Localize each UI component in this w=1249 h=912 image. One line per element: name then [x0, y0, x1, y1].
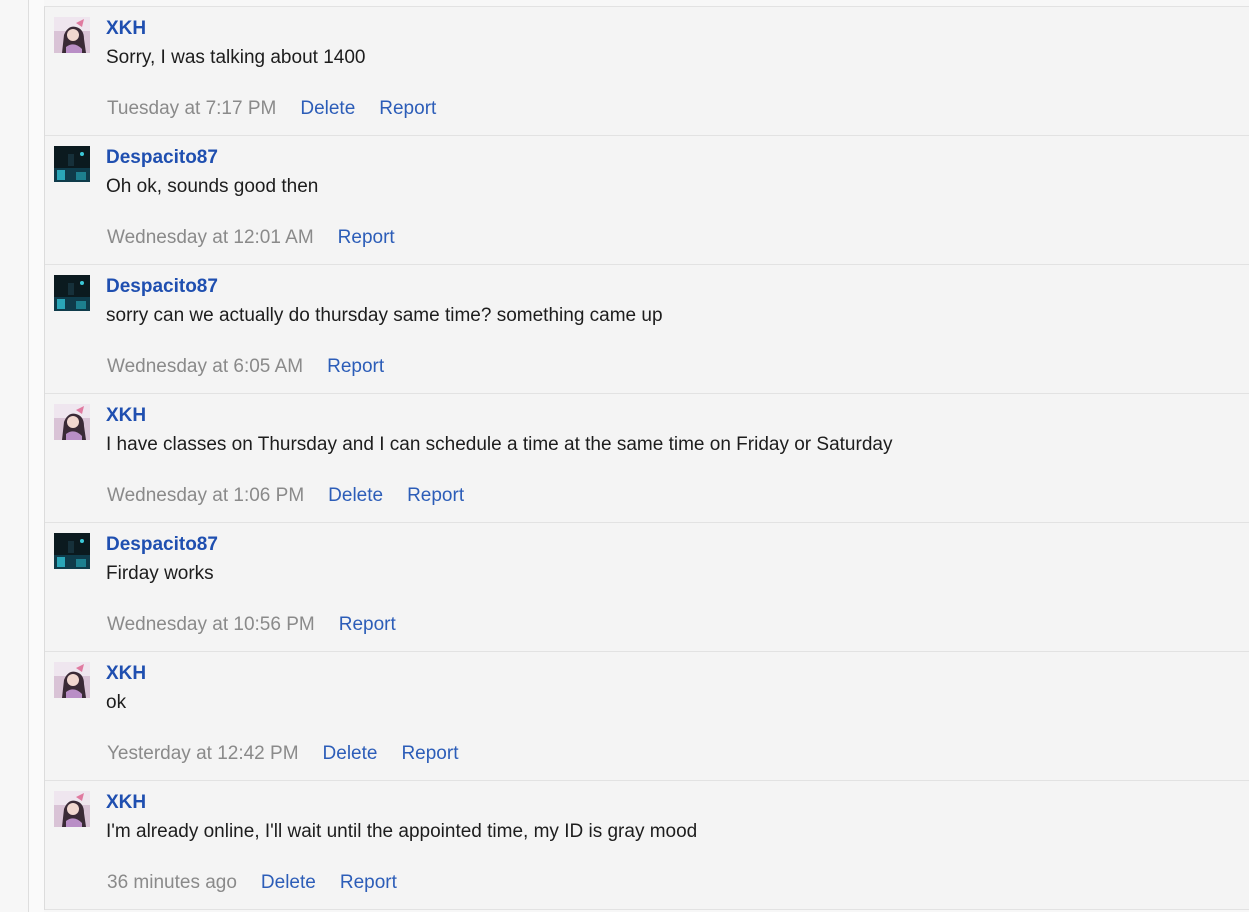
- report-link[interactable]: Report: [379, 98, 436, 120]
- timestamp: Yesterday at 12:42 PM: [107, 743, 299, 764]
- dark-scene-avatar-icon[interactable]: [54, 275, 90, 311]
- message-item: XKH I'm already online, I'll wait until …: [45, 781, 1249, 910]
- anime-girl-avatar-icon[interactable]: [54, 404, 90, 440]
- username[interactable]: XKH: [106, 663, 146, 685]
- report-link[interactable]: Report: [338, 227, 395, 249]
- gutter: [29, 0, 44, 912]
- message-thread: XKH Sorry, I was talking about 1400 Tues…: [44, 6, 1249, 910]
- username[interactable]: XKH: [106, 405, 146, 427]
- message-text: I'm already online, I'll wait until the …: [106, 821, 698, 842]
- delete-link[interactable]: Delete: [261, 872, 316, 894]
- anime-girl-avatar-icon[interactable]: [54, 17, 90, 53]
- report-link[interactable]: Report: [339, 614, 396, 636]
- dark-scene-avatar-icon[interactable]: [54, 533, 90, 569]
- conversation-page: XKH Sorry, I was talking about 1400 Tues…: [0, 0, 1249, 912]
- timestamp: Wednesday at 6:05 AM: [107, 356, 304, 377]
- dark-scene-avatar-icon[interactable]: [54, 146, 90, 182]
- report-link[interactable]: Report: [407, 485, 464, 507]
- anime-girl-avatar-icon[interactable]: [54, 791, 90, 827]
- timestamp: 36 minutes ago: [107, 872, 237, 893]
- timestamp: Wednesday at 1:06 PM: [107, 485, 305, 506]
- message-item: XKH Sorry, I was talking about 1400 Tues…: [45, 7, 1249, 136]
- message-text: sorry can we actually do thursday same t…: [106, 305, 663, 326]
- username[interactable]: Despacito87: [106, 276, 218, 298]
- username[interactable]: Despacito87: [106, 147, 218, 169]
- report-link[interactable]: Report: [340, 872, 397, 894]
- message-item: Despacito87 sorry can we actually do thu…: [45, 265, 1249, 394]
- message-text: I have classes on Thursday and I can sch…: [106, 434, 893, 455]
- username[interactable]: XKH: [106, 792, 146, 814]
- delete-link[interactable]: Delete: [328, 485, 383, 507]
- delete-link[interactable]: Delete: [300, 98, 355, 120]
- message-footer: Tuesday at 7:17 PM Delete Report: [107, 97, 460, 121]
- timestamp: Tuesday at 7:17 PM: [107, 98, 277, 119]
- username[interactable]: Despacito87: [106, 534, 218, 556]
- message-item: Despacito87 Oh ok, sounds good then Wedn…: [45, 136, 1249, 265]
- left-rail: [0, 0, 29, 912]
- message-footer: Wednesday at 12:01 AM Report: [107, 226, 419, 250]
- message-text: ok: [106, 692, 127, 713]
- message-text: Oh ok, sounds good then: [106, 176, 319, 197]
- delete-link[interactable]: Delete: [323, 743, 378, 765]
- message-item: XKH I have classes on Thursday and I can…: [45, 394, 1249, 523]
- message-footer: 36 minutes ago Delete Report: [107, 871, 421, 895]
- message-footer: Wednesday at 10:56 PM Report: [107, 613, 420, 637]
- timestamp: Wednesday at 12:01 AM: [107, 227, 314, 248]
- message-footer: Wednesday at 1:06 PM Delete Report: [107, 484, 488, 508]
- message-item: XKH ok Yesterday at 12:42 PM Delete Repo…: [45, 652, 1249, 781]
- message-footer: Yesterday at 12:42 PM Delete Report: [107, 742, 482, 766]
- message-text: Firday works: [106, 563, 214, 584]
- message-text: Sorry, I was talking about 1400: [106, 47, 366, 68]
- anime-girl-avatar-icon[interactable]: [54, 662, 90, 698]
- report-link[interactable]: Report: [327, 356, 384, 378]
- report-link[interactable]: Report: [401, 743, 458, 765]
- timestamp: Wednesday at 10:56 PM: [107, 614, 315, 635]
- username[interactable]: XKH: [106, 18, 146, 40]
- message-footer: Wednesday at 6:05 AM Report: [107, 355, 408, 379]
- message-item: Despacito87 Firday works Wednesday at 10…: [45, 523, 1249, 652]
